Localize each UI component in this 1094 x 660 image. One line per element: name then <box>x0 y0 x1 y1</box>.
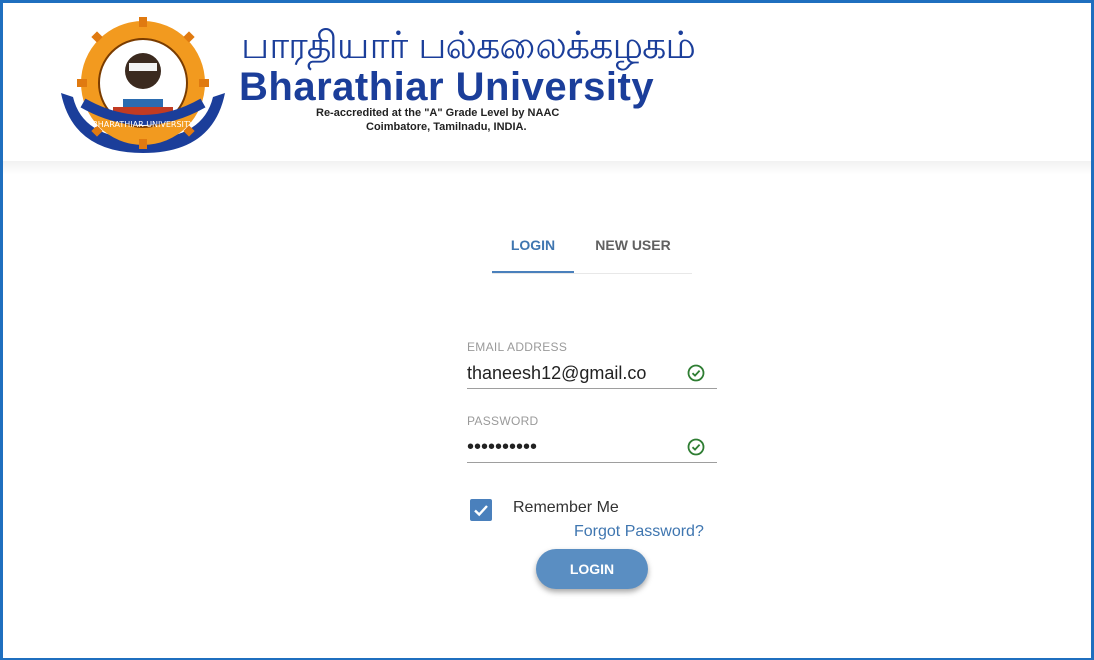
remember-me-checkbox[interactable] <box>470 499 492 521</box>
email-input[interactable] <box>467 361 677 385</box>
tab-login[interactable]: LOGIN <box>492 225 574 273</box>
password-label: PASSWORD <box>467 414 539 428</box>
email-valid-check-icon <box>687 364 705 382</box>
login-button[interactable]: LOGIN <box>536 549 648 589</box>
tab-new-user[interactable]: NEW USER <box>578 225 688 271</box>
university-seal-logo: BHARATHIAR UNIVERSITY <box>61 17 225 153</box>
checkmark-icon <box>474 505 488 517</box>
site-header: BHARATHIAR UNIVERSITY பாரதியார் பல்கலைக்… <box>3 3 1091 162</box>
password-field-group: PASSWORD <box>467 414 717 463</box>
password-row <box>467 434 717 463</box>
brand-english-name: Bharathiar University <box>239 65 655 109</box>
forgot-password-link[interactable]: Forgot Password? <box>574 523 704 541</box>
password-input[interactable] <box>467 435 677 459</box>
email-row <box>467 360 717 389</box>
window-frame: BHARATHIAR UNIVERSITY பாரதியார் பல்கலைக்… <box>0 0 1094 660</box>
password-valid-check-icon <box>687 438 705 456</box>
email-field-group: EMAIL ADDRESS <box>467 340 717 389</box>
accreditation-text: Re-accredited at the "A" Grade Level by … <box>316 107 560 119</box>
email-label: EMAIL ADDRESS <box>467 340 568 354</box>
header-shadow <box>3 161 1091 175</box>
svg-text:BHARATHIAR UNIVERSITY: BHARATHIAR UNIVERSITY <box>92 120 194 129</box>
location-text: Coimbatore, Tamilnadu, INDIA. <box>366 121 527 133</box>
auth-tabs: LOGIN NEW USER <box>492 225 692 274</box>
remember-me-label: Remember Me <box>513 499 619 516</box>
